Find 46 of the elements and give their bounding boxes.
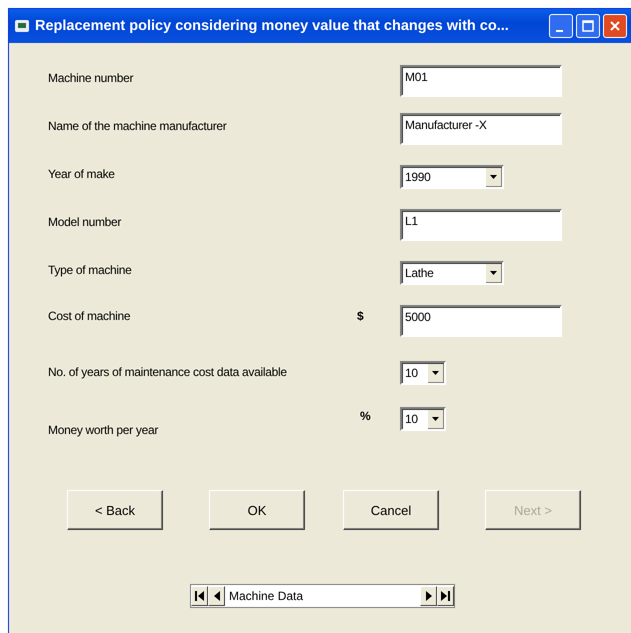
field-label: No. of years of maintenance cost data available xyxy=(48,364,288,379)
last-icon xyxy=(441,591,450,601)
text-field[interactable]: 5000 xyxy=(400,305,562,337)
field-label: Name of the machine manufacturer xyxy=(48,118,228,133)
navigator-caption: Machine Data xyxy=(228,589,304,603)
maximize-icon xyxy=(582,20,594,32)
field-label: Year of make xyxy=(48,166,116,181)
maximize-button[interactable] xyxy=(576,14,600,38)
field-label: Cost of machine xyxy=(48,308,132,323)
dropdown-field[interactable]: Lathe xyxy=(400,261,504,285)
dropdown-button[interactable] xyxy=(486,168,502,186)
caret-icon xyxy=(432,416,439,420)
close-button[interactable] xyxy=(603,14,627,38)
dropdown-button[interactable] xyxy=(428,364,444,382)
text-field[interactable]: Manufacturer -X xyxy=(400,113,562,145)
dropdown-field[interactable]: 10 xyxy=(400,407,446,431)
field-label: Type of machine xyxy=(48,262,133,277)
first-record-button[interactable] xyxy=(191,586,208,606)
caret-icon xyxy=(432,370,439,374)
text-field[interactable]: M01 xyxy=(400,65,562,97)
field-label: Model number xyxy=(48,214,122,229)
dropdown-field[interactable]: 1990 xyxy=(400,165,504,189)
text-field[interactable]: L1 xyxy=(400,209,562,241)
unit-label: $ xyxy=(357,309,364,323)
dialog-button[interactable]: < Back xyxy=(67,490,163,530)
caret-icon xyxy=(490,174,497,178)
left-triangle-icon xyxy=(214,591,220,601)
dropdown-button[interactable] xyxy=(428,410,444,428)
field-label: Money worth per year xyxy=(48,422,160,437)
last-record-button[interactable] xyxy=(437,586,454,606)
right-triangle-icon xyxy=(426,591,432,601)
minimize-button[interactable] xyxy=(549,14,573,38)
field-label: Machine number xyxy=(48,70,134,85)
previous-record-button[interactable] xyxy=(208,586,225,606)
app-icon xyxy=(15,20,29,32)
window-title: Replacement policy considering money value that changes with co... xyxy=(35,18,510,34)
next-record-button[interactable] xyxy=(420,586,437,606)
dropdown-field[interactable]: 10 xyxy=(400,361,446,385)
first-icon xyxy=(195,591,204,601)
dropdown-button[interactable] xyxy=(486,264,502,282)
unit-label: % xyxy=(360,409,371,423)
close-icon xyxy=(609,20,621,32)
minimize-icon xyxy=(556,30,563,32)
caret-icon xyxy=(490,270,497,274)
dialog-button[interactable]: Cancel xyxy=(343,490,439,530)
dialog-button[interactable]: OK xyxy=(209,490,305,530)
